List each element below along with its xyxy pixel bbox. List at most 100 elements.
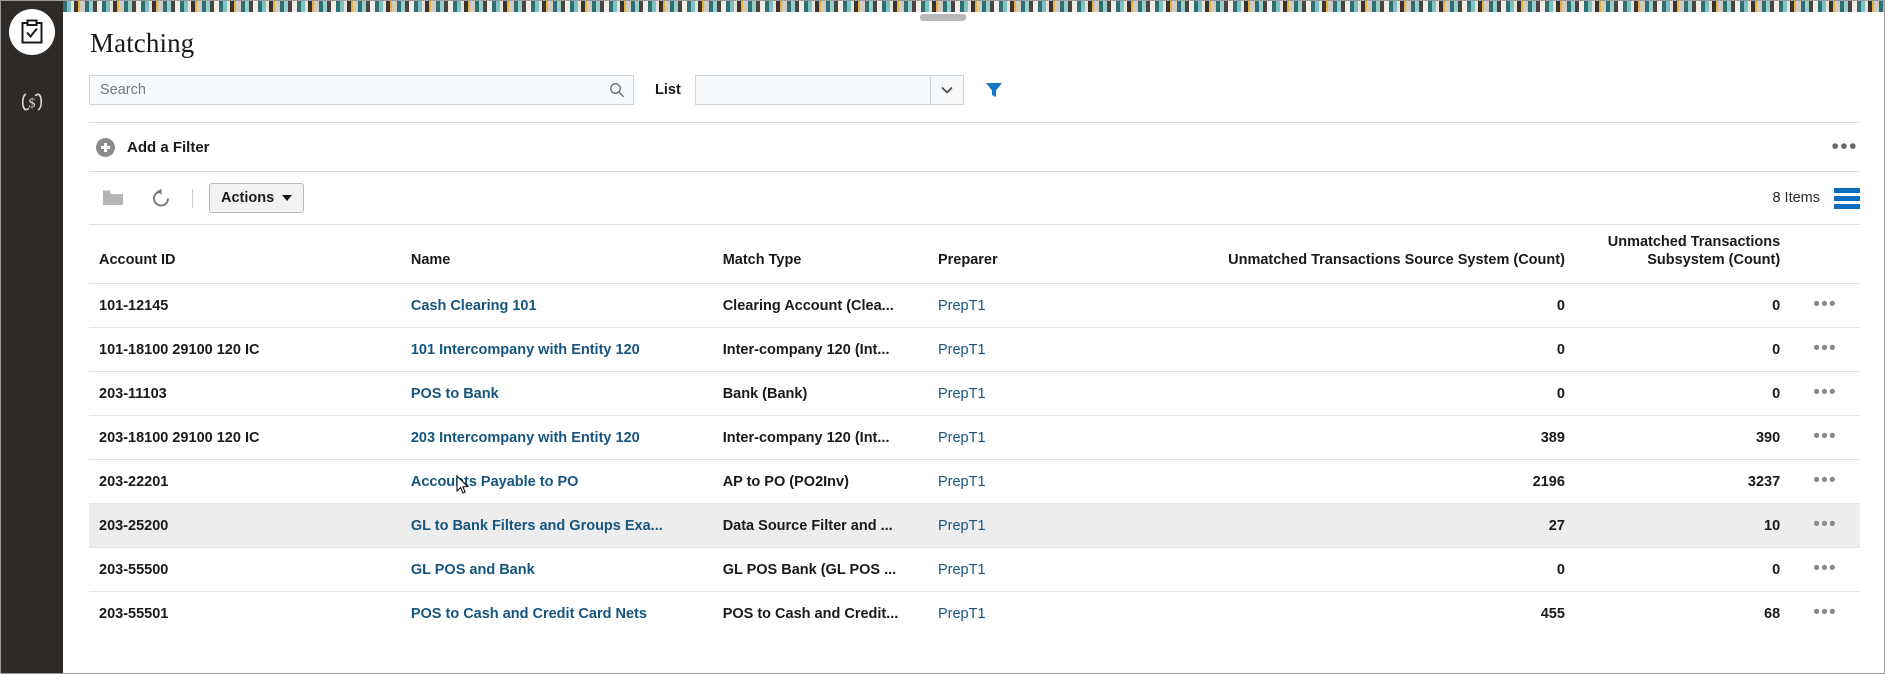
ellipsis-horizontal-icon[interactable]: ••• (1813, 602, 1837, 623)
toolbar-separator (192, 189, 193, 208)
column-header-unmatched-subsystem[interactable]: Unmatched Transactions Subsystem (Count) (1575, 227, 1790, 284)
row-overflow-menu[interactable]: ••• (1790, 372, 1860, 416)
svg-text:$: $ (29, 97, 36, 112)
ellipsis-horizontal-icon[interactable]: ••• (1813, 470, 1837, 491)
cell-unmatched-source: 0 (1156, 328, 1575, 372)
cell-preparer[interactable]: PrepT1 (928, 416, 1156, 460)
row-overflow-menu[interactable]: ••• (1790, 460, 1860, 504)
column-header-name[interactable]: Name (401, 227, 713, 284)
cell-unmatched-subsystem: 68 (1575, 592, 1790, 636)
cell-name-link[interactable]: 203 Intercompany with Entity 120 (411, 430, 640, 446)
caret-down-icon (282, 195, 292, 201)
cell-preparer-link[interactable]: PrepT1 (938, 430, 986, 446)
ellipsis-horizontal-icon[interactable]: ••• (1813, 514, 1837, 535)
panel-drag-handle[interactable] (920, 14, 966, 21)
cell-name[interactable]: POS to Bank (401, 372, 713, 416)
row-overflow-menu[interactable]: ••• (1790, 504, 1860, 548)
search-box (89, 75, 634, 105)
cell-name[interactable]: 203 Intercompany with Entity 120 (401, 416, 713, 460)
row-overflow-menu[interactable]: ••• (1790, 592, 1860, 636)
sidebar-item-transaction-matching[interactable]: $ (1, 71, 63, 133)
main-content: Matching List (63, 12, 1885, 674)
cell-preparer[interactable]: PrepT1 (928, 504, 1156, 548)
cell-preparer-link[interactable]: PrepT1 (938, 562, 986, 578)
list-select (695, 75, 964, 105)
cell-name-link[interactable]: Accounts Payable to PO (411, 474, 579, 490)
chevron-down-icon[interactable] (930, 75, 964, 105)
row-overflow-menu[interactable]: ••• (1790, 548, 1860, 592)
row-overflow-menu[interactable]: ••• (1790, 284, 1860, 328)
refresh-icon[interactable] (146, 185, 176, 211)
cell-name-link[interactable]: 101 Intercompany with Entity 120 (411, 342, 640, 358)
sidebar-item-tasks[interactable] (1, 1, 63, 63)
cell-account-id: 101-18100 29100 120 IC (89, 328, 401, 372)
cell-name[interactable]: Accounts Payable to PO (401, 460, 713, 504)
search-icon[interactable] (609, 82, 625, 98)
cell-name-link[interactable]: GL to Bank Filters and Groups Exa... (411, 518, 663, 534)
cell-preparer[interactable]: PrepT1 (928, 592, 1156, 636)
list-select-field[interactable] (695, 75, 930, 105)
table-row[interactable]: 203-55500GL POS and BankGL POS Bank (GL … (89, 548, 1860, 592)
cell-preparer-link[interactable]: PrepT1 (938, 518, 986, 534)
ellipsis-horizontal-icon[interactable]: ••• (1813, 558, 1837, 579)
cell-preparer-link[interactable]: PrepT1 (938, 474, 986, 490)
table-row[interactable]: 203-25200 GL to Bank Filters and Groups E… (89, 504, 1860, 548)
cell-preparer-link[interactable]: PrepT1 (938, 606, 986, 622)
column-header-unmatched-source[interactable]: Unmatched Transactions Source System (Co… (1156, 227, 1575, 284)
cell-preparer-link[interactable]: PrepT1 (938, 298, 986, 314)
cell-account-id: 203-55501 (89, 592, 401, 636)
ellipsis-horizontal-icon[interactable]: ••• (1813, 426, 1837, 447)
search-input[interactable] (90, 76, 633, 104)
cell-name-link[interactable]: POS to Bank (411, 386, 499, 402)
filter-funnel-icon[interactable] (984, 80, 1004, 100)
cell-name-link[interactable]: POS to Cash and Credit Card Nets (411, 606, 647, 622)
ellipsis-horizontal-icon[interactable]: ••• (1813, 338, 1837, 359)
cell-unmatched-source: 27 (1156, 504, 1575, 548)
cell-name[interactable]: 101 Intercompany with Entity 120 (401, 328, 713, 372)
cell-unmatched-source: 2196 (1156, 460, 1575, 504)
table-row[interactable]: 203-11103POS to BankBank (Bank)PrepT100•… (89, 372, 1860, 416)
cell-unmatched-source: 0 (1156, 548, 1575, 592)
ellipsis-horizontal-icon[interactable]: ••• (1813, 294, 1837, 315)
table-row[interactable]: 101-18100 29100 120 IC 101 Intercompany w… (89, 328, 1860, 372)
cell-unmatched-subsystem: 0 (1575, 284, 1790, 328)
cell-unmatched-subsystem: 0 (1575, 548, 1790, 592)
cell-match-type: POS to Cash and Credit... (713, 592, 928, 636)
cell-preparer[interactable]: PrepT1 (928, 372, 1156, 416)
cell-preparer-link[interactable]: PrepT1 (938, 342, 986, 358)
table-row[interactable]: 203-55501 POS to Cash and Credit Card Net… (89, 592, 1860, 636)
cell-match-type: AP to PO (PO2Inv) (713, 460, 928, 504)
cell-preparer[interactable]: PrepT1 (928, 460, 1156, 504)
ellipsis-horizontal-icon[interactable]: ••• (1813, 382, 1837, 403)
cell-name[interactable]: Cash Clearing 101 (401, 284, 713, 328)
folder-icon[interactable] (98, 185, 128, 211)
cell-name[interactable]: POS to Cash and Credit Card Nets (401, 592, 713, 636)
column-header-preparer[interactable]: Preparer (928, 227, 1156, 284)
actions-button[interactable]: Actions (209, 183, 304, 213)
table-row[interactable]: 101-12145Cash Clearing 101Clearing Accou… (89, 284, 1860, 328)
table-header: Account ID Name Match Type Preparer Unma… (89, 227, 1860, 284)
column-header-match-type[interactable]: Match Type (713, 227, 928, 284)
add-filter-button[interactable]: Add a Filter (127, 139, 210, 156)
cell-name[interactable]: GL to Bank Filters and Groups Exa... (401, 504, 713, 548)
cell-unmatched-subsystem: 390 (1575, 416, 1790, 460)
table-row[interactable]: 203-22201Accounts Payable to POAP to PO … (89, 460, 1860, 504)
row-overflow-menu[interactable]: ••• (1790, 416, 1860, 460)
cell-name-link[interactable]: Cash Clearing 101 (411, 298, 537, 314)
row-overflow-menu[interactable]: ••• (1790, 328, 1860, 372)
cell-name[interactable]: GL POS and Bank (401, 548, 713, 592)
filter-overflow-menu-icon[interactable]: ••• (1831, 142, 1860, 152)
cell-account-id: 203-25200 (89, 504, 401, 548)
table-toolbar: Actions 8 Items (89, 172, 1860, 224)
column-header-account-id[interactable]: Account ID (89, 227, 401, 284)
cell-preparer[interactable]: PrepT1 (928, 548, 1156, 592)
cell-name-link[interactable]: GL POS and Bank (411, 562, 535, 578)
list-view-icon[interactable] (1834, 188, 1860, 209)
cell-preparer[interactable]: PrepT1 (928, 284, 1156, 328)
cell-unmatched-source: 389 (1156, 416, 1575, 460)
table-row[interactable]: 203-18100 29100 120 IC203 Intercompany w… (89, 416, 1860, 460)
cell-preparer[interactable]: PrepT1 (928, 328, 1156, 372)
cell-preparer-link[interactable]: PrepT1 (938, 386, 986, 402)
plus-circle-icon[interactable] (96, 138, 115, 157)
cell-match-type: Inter-company 120 (Int... (713, 328, 928, 372)
